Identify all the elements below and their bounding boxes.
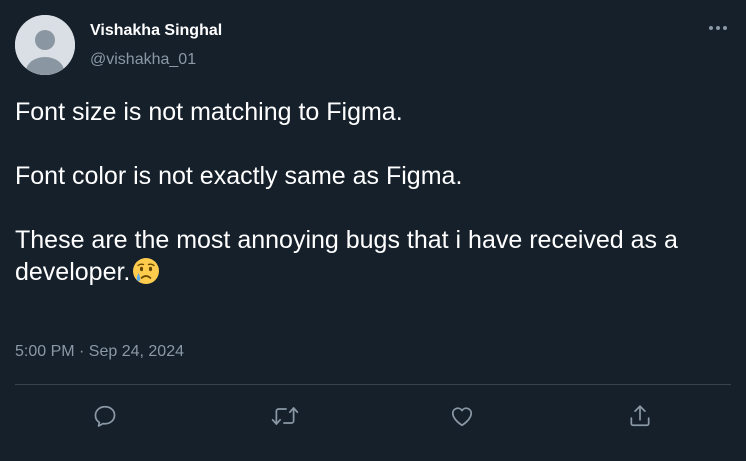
share-button[interactable] (620, 396, 660, 436)
avatar[interactable] (15, 15, 75, 75)
tweet-card: Vishakha Singhal @vishakha_01 Font size … (0, 0, 746, 461)
tweet-paragraph-text: These are the most annoying bugs that i … (15, 226, 678, 286)
tweet-paragraph: Font size is not matching to Figma. (15, 98, 403, 126)
reply-icon (94, 405, 116, 427)
tweet-text: Font size is not matching to Figma. Font… (15, 96, 730, 294)
reply-button[interactable] (85, 396, 125, 436)
divider (15, 384, 731, 385)
author-handle[interactable]: @vishakha_01 (90, 51, 196, 69)
more-dots-icon (709, 26, 727, 30)
like-button[interactable] (442, 396, 482, 436)
more-options-button[interactable] (700, 14, 736, 42)
action-bar (0, 396, 746, 436)
tweet-timestamp[interactable]: 5:00 PM · Sep 24, 2024 (15, 343, 184, 361)
tweet-paragraph: These are the most annoying bugs that i … (15, 224, 730, 294)
default-avatar-icon (15, 15, 75, 75)
retweet-button[interactable] (265, 396, 305, 436)
share-icon (630, 405, 650, 427)
like-icon (451, 407, 473, 427)
author-name[interactable]: Vishakha Singhal (90, 22, 222, 40)
crying-face-icon (131, 256, 161, 294)
retweet-icon (271, 407, 299, 425)
tweet-paragraph: Font color is not exactly same as Figma. (15, 162, 463, 190)
